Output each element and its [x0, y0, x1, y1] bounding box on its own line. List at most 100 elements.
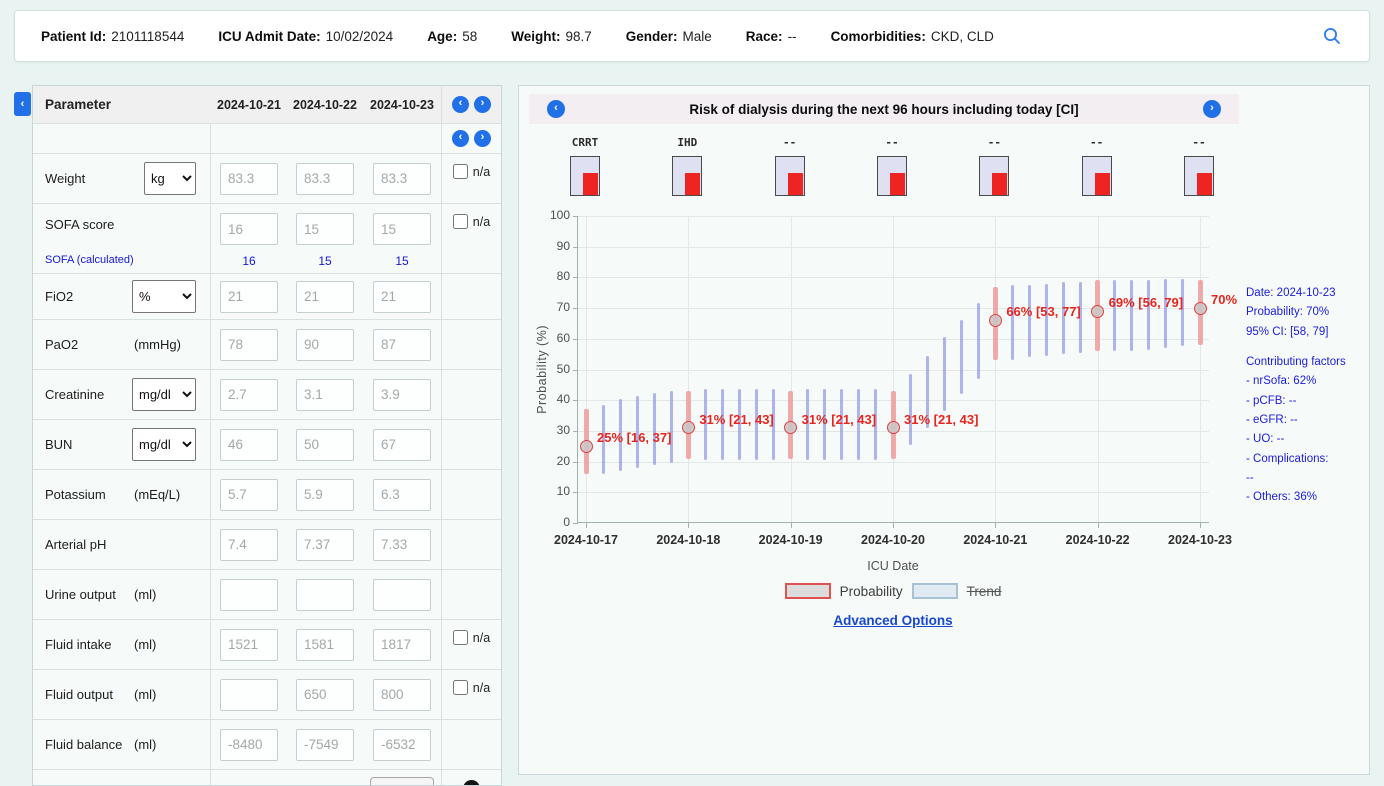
input-fluid-intake-2024-10-22[interactable]	[296, 629, 354, 661]
input-arterial-ph-2024-10-21[interactable]	[220, 529, 278, 561]
input-fluid-balance-2024-10-22[interactable]	[296, 729, 354, 761]
x-axis-title: ICU Date	[577, 559, 1209, 573]
unit-select-weight[interactable]: kg	[144, 162, 196, 195]
input-bun-2024-10-23[interactable]	[373, 429, 431, 461]
unit-select-fio2[interactable]: %	[132, 280, 196, 313]
param-name-pao2: PaO2	[45, 337, 78, 352]
input-sofa-score-2024-10-23[interactable]	[373, 213, 431, 245]
na-cell-bun	[441, 420, 501, 469]
param-name-fluid-intake: Fluid intake	[45, 637, 111, 652]
input-fluid-intake-2024-10-21[interactable]	[220, 629, 278, 661]
value-cell-fluid-balance	[211, 720, 287, 769]
unit-select-bun[interactable]: mg/dl	[132, 428, 196, 461]
collapse-left-panel-button[interactable]: ‹	[14, 92, 31, 116]
input-fluid-balance-2024-10-23[interactable]	[373, 729, 431, 761]
submit-button-partial[interactable]	[370, 777, 434, 786]
chart-prev-button[interactable]: ‹	[547, 100, 565, 118]
scroll-next-button-partial[interactable]: ›	[463, 780, 480, 786]
y-tick-mark	[573, 216, 578, 217]
value-cell-fluid-balance	[363, 720, 441, 769]
input-pao2-2024-10-21[interactable]	[220, 329, 278, 361]
y-tick-label: 40	[534, 392, 570, 406]
input-sofa-score-2024-10-22[interactable]	[296, 213, 354, 245]
probability-label-2024-10-18: 31% [21, 43]	[699, 412, 773, 427]
input-weight-2024-10-21[interactable]	[220, 163, 278, 195]
y-tick-mark	[573, 339, 578, 340]
probability-label-2024-10-23: 70%	[1211, 292, 1237, 307]
input-creatinine-2024-10-21[interactable]	[220, 379, 278, 411]
probability-marker-2024-10-20[interactable]	[887, 421, 900, 434]
patient-field-label: Patient Id:	[41, 29, 106, 44]
input-creatinine-2024-10-22[interactable]	[296, 379, 354, 411]
value-cell-potassium	[287, 470, 363, 519]
input-fio2-2024-10-21[interactable]	[220, 281, 278, 313]
input-fluid-balance-2024-10-21[interactable]	[220, 729, 278, 761]
subheader-empty-cell	[33, 124, 211, 153]
input-fluid-output-2024-10-21[interactable]	[220, 679, 278, 711]
input-sofa-score-2024-10-21[interactable]	[220, 213, 278, 245]
na-cell-arterial-ph	[441, 520, 501, 569]
chart-next-button[interactable]: ›	[1203, 100, 1221, 118]
input-fio2-2024-10-22[interactable]	[296, 281, 354, 313]
na-cell-fluid-output: n/a	[441, 670, 501, 719]
input-potassium-2024-10-21[interactable]	[220, 479, 278, 511]
param-name-arterial-ph: Arterial pH	[45, 537, 106, 552]
legend-swatch-probability[interactable]	[785, 583, 831, 599]
input-pao2-2024-10-23[interactable]	[373, 329, 431, 361]
dialysis-icon-red-bar	[583, 173, 598, 195]
input-pao2-2024-10-22[interactable]	[296, 329, 354, 361]
input-bun-2024-10-22[interactable]	[296, 429, 354, 461]
input-fluid-output-2024-10-22[interactable]	[296, 679, 354, 711]
value-cell-pao2	[211, 320, 287, 369]
info-gap	[1246, 342, 1366, 353]
probability-marker-2024-10-21[interactable]	[989, 314, 1002, 327]
probability-marker-2024-10-22[interactable]	[1091, 305, 1104, 318]
input-arterial-ph-2024-10-23[interactable]	[373, 529, 431, 561]
input-creatinine-2024-10-23[interactable]	[373, 379, 431, 411]
input-potassium-2024-10-23[interactable]	[373, 479, 431, 511]
probability-marker-2024-10-19[interactable]	[784, 421, 797, 434]
input-weight-2024-10-22[interactable]	[296, 163, 354, 195]
legend-label-trend[interactable]: Trend	[967, 584, 1002, 599]
input-arterial-ph-2024-10-22[interactable]	[296, 529, 354, 561]
value-cell-arterial-ph	[363, 520, 441, 569]
advanced-options-link[interactable]: Advanced Options	[833, 613, 952, 628]
legend-label-probability[interactable]: Probability	[840, 584, 903, 599]
probability-marker-2024-10-23[interactable]	[1194, 302, 1207, 315]
y-tick-label: 0	[534, 515, 570, 529]
input-potassium-2024-10-22[interactable]	[296, 479, 354, 511]
chart-legend: Probability Trend	[577, 583, 1209, 599]
y-tick-label: 60	[534, 331, 570, 345]
date-columns-next-button[interactable]: ›	[474, 96, 491, 113]
probability-label-2024-10-21: 66% [53, 77]	[1006, 304, 1080, 319]
input-bun-2024-10-21[interactable]	[220, 429, 278, 461]
y-tick-mark	[573, 462, 578, 463]
value-cell-fluid-balance	[287, 720, 363, 769]
na-checkbox-sofa-score[interactable]	[453, 214, 468, 229]
legend-swatch-trend[interactable]	[912, 583, 958, 599]
na-cell-fio2	[441, 274, 501, 319]
input-weight-2024-10-23[interactable]	[373, 163, 431, 195]
na-checkbox-weight[interactable]	[453, 164, 468, 179]
probability-marker-2024-10-18[interactable]	[682, 421, 695, 434]
input-urine-output-2024-10-21[interactable]	[220, 579, 278, 611]
input-fio2-2024-10-23[interactable]	[373, 281, 431, 313]
date-columns-secondary-next-button[interactable]: ›	[474, 130, 491, 147]
y-tick-mark	[573, 523, 578, 524]
probability-marker-2024-10-17[interactable]	[580, 440, 593, 453]
date-columns-secondary-prev-button[interactable]: ‹	[452, 130, 469, 147]
input-fluid-output-2024-10-23[interactable]	[373, 679, 431, 711]
na-checkbox-fluid-output[interactable]	[453, 680, 468, 695]
sofa-calculated-value: 16	[211, 254, 287, 268]
dialysis-icon-0	[570, 156, 600, 196]
na-checkbox-fluid-intake[interactable]	[453, 630, 468, 645]
trend-ci-whisker	[1147, 280, 1150, 349]
parameter-panel: Parameter2024-10-212024-10-222024-10-23‹…	[32, 85, 502, 786]
param-name-fluid-output: Fluid output	[45, 687, 113, 702]
search-icon[interactable]	[1321, 25, 1343, 47]
unit-select-creatinine[interactable]: mg/dl	[132, 378, 196, 411]
date-columns-prev-button[interactable]: ‹	[452, 96, 469, 113]
input-fluid-intake-2024-10-23[interactable]	[373, 629, 431, 661]
input-urine-output-2024-10-22[interactable]	[296, 579, 354, 611]
input-urine-output-2024-10-23[interactable]	[373, 579, 431, 611]
